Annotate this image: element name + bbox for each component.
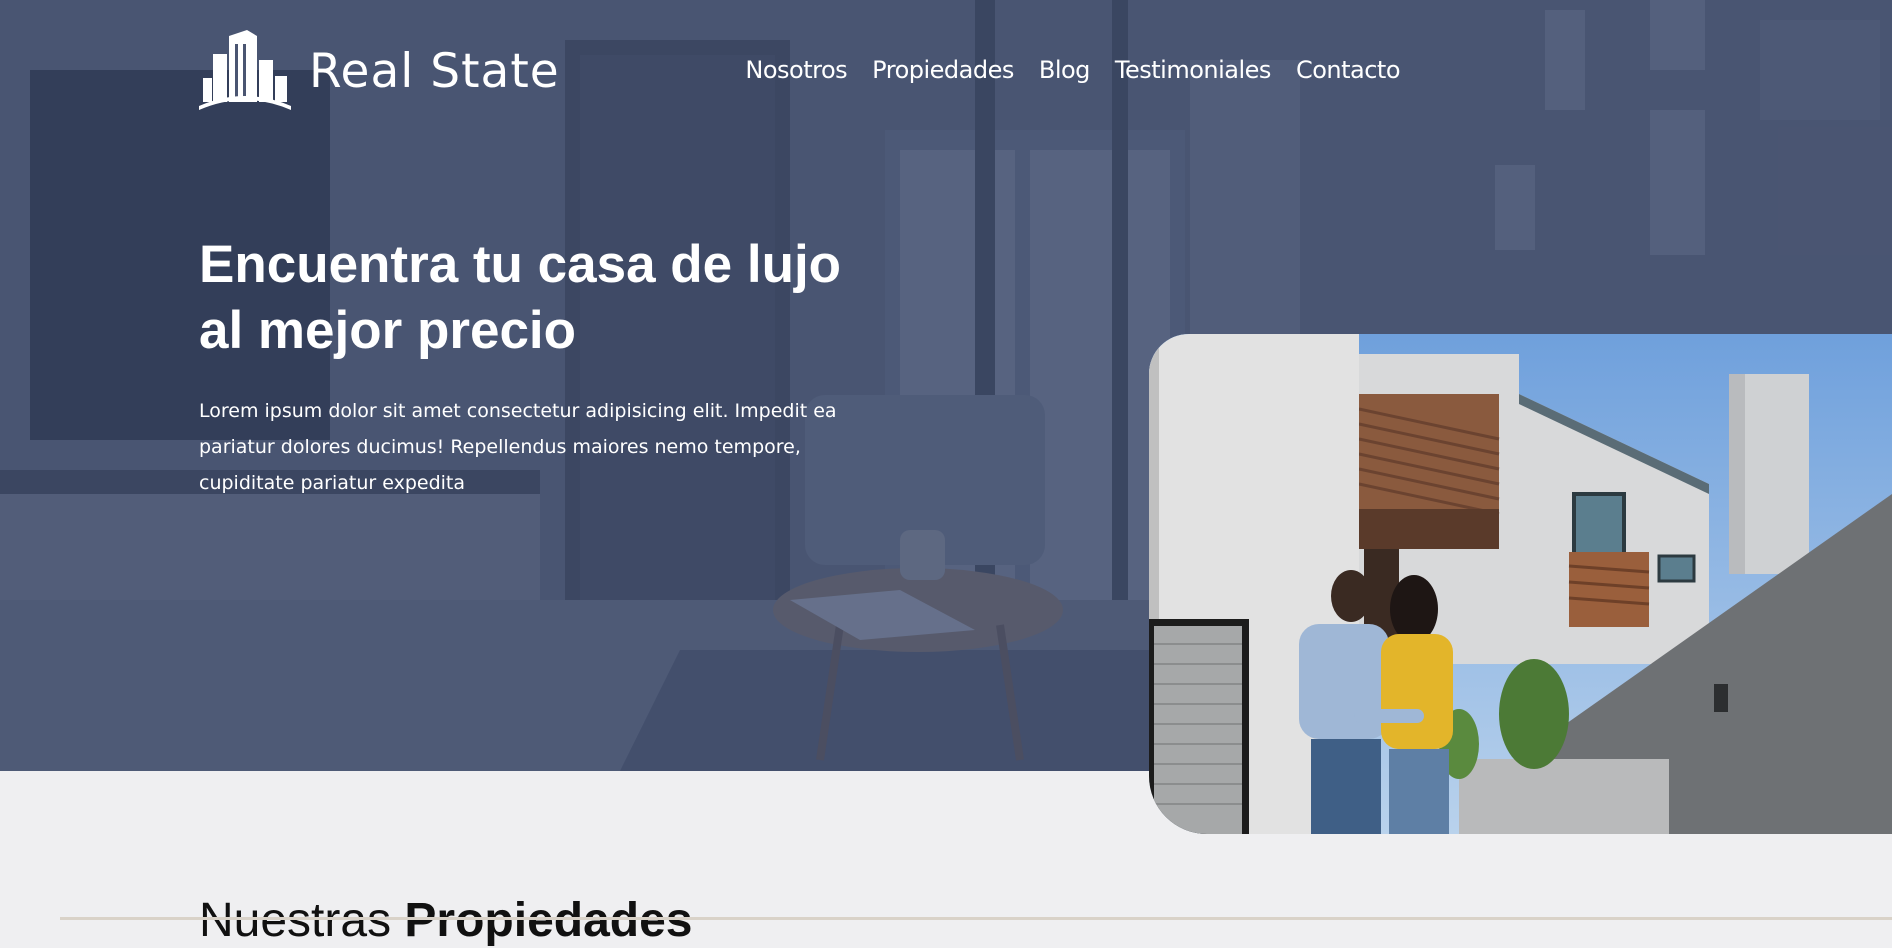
logo[interactable]: Real State (199, 30, 560, 112)
nav-link-blog[interactable]: Blog (1039, 56, 1091, 84)
hero-heading: Encuentra tu casa de lujo al mejor preci… (199, 232, 879, 364)
nav-link-contacto[interactable]: Contacto (1296, 56, 1401, 84)
buildings-icon (199, 30, 291, 110)
nav-link-propiedades[interactable]: Propiedades (872, 56, 1014, 84)
hero-heading-line2: al mejor precio (199, 301, 577, 360)
section-title-light: Nuestras (199, 894, 405, 947)
house-photo (1149, 334, 1892, 834)
hero-description: Lorem ipsum dolor sit amet consectetur a… (199, 400, 837, 494)
hero-heading-line1: Encuentra tu casa de lujo (199, 235, 842, 294)
section-title-bold: Propiedades (404, 894, 693, 947)
main-navigation: Nosotros Propiedades Blog Testimoniales … (745, 56, 1400, 84)
nav-link-testimoniales[interactable]: Testimoniales (1115, 56, 1272, 84)
hero-house-image (1149, 334, 1892, 834)
brand-name: Real State (309, 43, 560, 99)
nav-link-nosotros[interactable]: Nosotros (745, 56, 847, 84)
section-title: Nuestras Propiedades (199, 893, 693, 948)
